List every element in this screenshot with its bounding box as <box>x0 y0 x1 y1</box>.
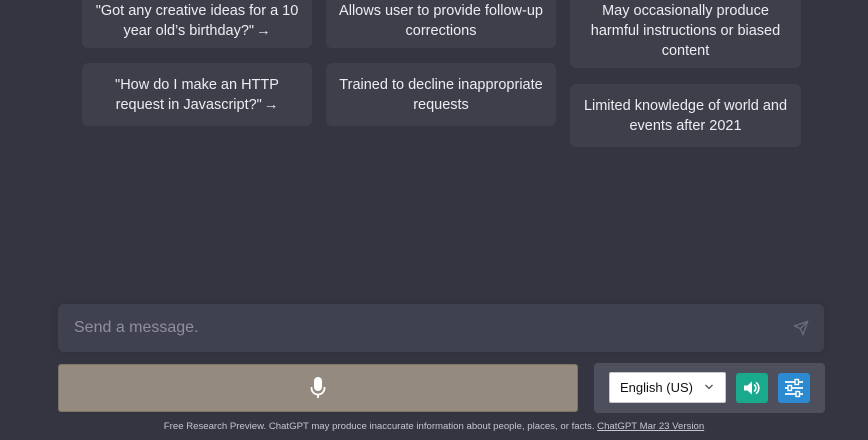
limitation-text: May occasionally produce harmful instruc… <box>590 3 781 59</box>
footer-text: Free Research Preview. ChatGPT may produ… <box>163 421 595 432</box>
capability-card: Allows user to provide follow-up correct… <box>326 0 556 48</box>
chevron-down-icon <box>705 384 713 390</box>
version-link[interactable]: ChatGPT Mar 23 Version <box>597 421 704 432</box>
capability-text: Allows user to provide follow-up correct… <box>339 3 543 39</box>
voice-controls-panel: English (US) <box>594 363 825 413</box>
capability-text: Trained to decline inappropriate request… <box>339 76 543 113</box>
microphone-icon <box>310 377 326 398</box>
example-prompt-birthday[interactable]: "Got any creative ideas for a 10 year ol… <box>82 0 312 48</box>
chat-page: "Got any creative ideas for a 10 year ol… <box>0 0 868 440</box>
example-prompt-http[interactable]: "How do I make an HTTP request in Javasc… <box>82 63 312 126</box>
limitation-text: Limited knowledge of world and events af… <box>583 97 788 134</box>
arrow-right-icon: → <box>256 23 271 39</box>
capability-card: Trained to decline inappropriate request… <box>326 63 556 126</box>
arrow-right-icon: → <box>263 96 279 113</box>
message-input[interactable] <box>74 304 774 352</box>
limitation-card: Limited knowledge of world and events af… <box>570 84 801 147</box>
language-select-value: English (US) <box>620 380 693 395</box>
language-select[interactable]: English (US) <box>609 372 726 403</box>
speaker-volume-icon <box>744 381 760 395</box>
example-prompt-text: "How do I make an HTTP request in Javasc… <box>115 76 279 113</box>
send-icon <box>793 320 809 336</box>
microphone-button[interactable] <box>58 364 578 412</box>
settings-button[interactable] <box>778 373 810 403</box>
speaker-toggle-button[interactable] <box>736 373 768 403</box>
send-button[interactable] <box>792 319 810 337</box>
message-composer <box>58 304 824 352</box>
sliders-icon <box>785 378 803 398</box>
limitation-card: May occasionally produce harmful instruc… <box>570 0 801 68</box>
footer-disclaimer: Free Research Preview. ChatGPT may produ… <box>0 421 868 432</box>
